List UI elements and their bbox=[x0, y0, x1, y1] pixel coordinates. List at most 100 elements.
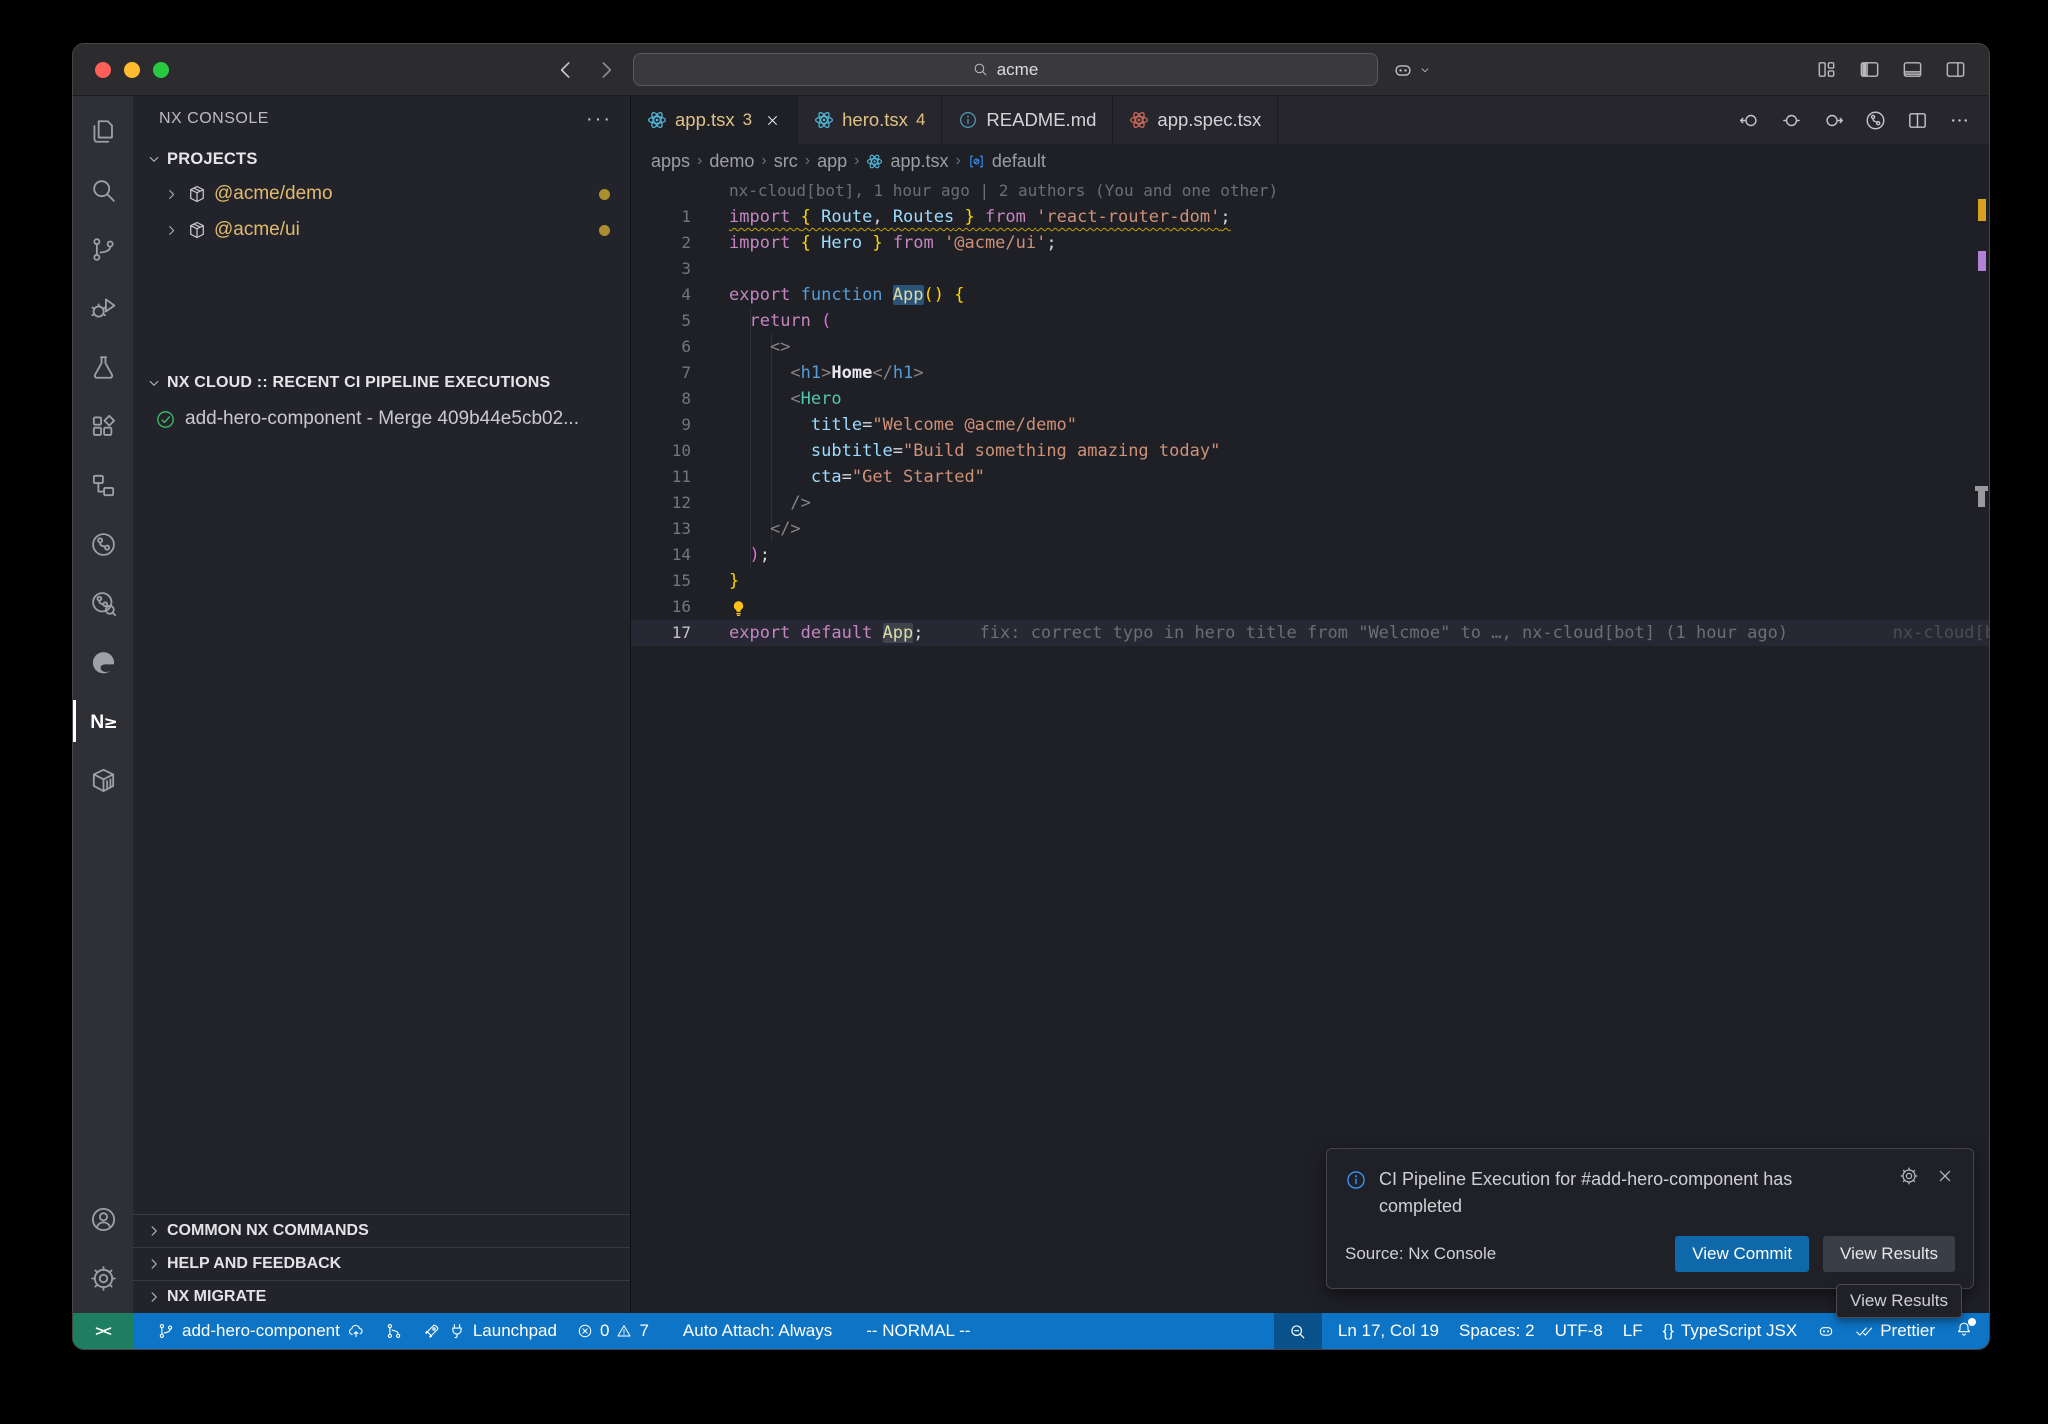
vim-mode-status[interactable]: -- NORMAL -- bbox=[856, 1313, 980, 1349]
breadcrumb-demo[interactable]: demo bbox=[709, 151, 754, 172]
customize-layout-icon[interactable] bbox=[1815, 58, 1838, 81]
tab-badge: 4 bbox=[916, 110, 925, 130]
more-actions-icon[interactable] bbox=[1948, 109, 1971, 132]
code-line-lightbulb: 16 bbox=[631, 594, 1989, 620]
nx-cloud-section-header[interactable]: NX CLOUD :: RECENT CI PIPELINE EXECUTION… bbox=[133, 366, 630, 400]
code-line-current: 17 export default App;fix: correct typo … bbox=[631, 620, 1989, 646]
layout-controls bbox=[1815, 58, 1967, 81]
view-results-tooltip: View Results bbox=[1836, 1284, 1962, 1318]
search-view-icon[interactable] bbox=[73, 165, 133, 215]
run-ci-pipeline-icon[interactable] bbox=[1864, 109, 1887, 132]
eol-status[interactable]: LF bbox=[1613, 1313, 1653, 1349]
code-line: 5 return ( bbox=[631, 308, 1989, 334]
copilot-status[interactable] bbox=[1807, 1313, 1845, 1349]
tab-bar: app.tsx 3 hero.tsx 4 README.md app.spec.… bbox=[631, 96, 1989, 144]
lightbulb-icon[interactable] bbox=[729, 599, 748, 618]
ruler-warning-mark bbox=[1978, 199, 1986, 221]
modified-dot bbox=[599, 189, 610, 200]
code-line: 14 ); bbox=[631, 542, 1989, 568]
window-controls bbox=[95, 62, 169, 78]
explorer-icon[interactable] bbox=[73, 106, 133, 156]
code-line: 10 subtitle="Build something amazing tod… bbox=[631, 438, 1989, 464]
info-icon bbox=[958, 110, 978, 130]
code-editor[interactable]: nx-cloud[bot], 1 hour ago | 2 authors (Y… bbox=[631, 178, 1989, 1313]
navigate-back-icon[interactable] bbox=[553, 57, 579, 83]
code-line: 8 <Hero bbox=[631, 386, 1989, 412]
check-circle-icon bbox=[155, 409, 176, 430]
common-nx-commands-section[interactable]: COMMON NX COMMANDS bbox=[133, 1214, 630, 1247]
command-center-search[interactable]: acme bbox=[633, 53, 1378, 86]
close-tab-icon[interactable] bbox=[764, 112, 781, 129]
projects-section-header[interactable]: PROJECTS bbox=[133, 142, 630, 176]
launchpad-status[interactable]: Launchpad bbox=[413, 1313, 567, 1349]
references-icon[interactable] bbox=[73, 460, 133, 510]
toggle-panel-icon[interactable] bbox=[1901, 58, 1924, 81]
next-change-icon[interactable] bbox=[1822, 109, 1845, 132]
breadcrumb-src[interactable]: src bbox=[774, 151, 798, 172]
change-marker-icon[interactable] bbox=[1780, 109, 1803, 132]
search-icon bbox=[972, 61, 989, 78]
settings-gear-icon[interactable] bbox=[73, 1253, 133, 1303]
tab-hero-tsx[interactable]: hero.tsx 4 bbox=[798, 96, 942, 144]
close-window-button[interactable] bbox=[95, 62, 111, 78]
breadcrumb-file[interactable]: app.tsx bbox=[890, 151, 948, 172]
minimize-window-button[interactable] bbox=[124, 62, 140, 78]
problems-status[interactable]: 0 7 bbox=[567, 1313, 659, 1349]
project-item-acme-demo[interactable]: @acme/demo bbox=[133, 176, 630, 212]
code-line: 6 <> bbox=[631, 334, 1989, 360]
toggle-secondary-sidebar-icon[interactable] bbox=[1944, 58, 1967, 81]
edge-browser-icon[interactable] bbox=[73, 637, 133, 687]
cursor-position-status[interactable]: Ln 17, Col 19 bbox=[1328, 1313, 1449, 1349]
language-mode-status[interactable]: {} TypeScript JSX bbox=[1653, 1313, 1808, 1349]
project-item-acme-ui[interactable]: @acme/ui bbox=[133, 212, 630, 248]
indentation-status[interactable]: Spaces: 2 bbox=[1449, 1313, 1545, 1349]
notifications-bell[interactable] bbox=[1945, 1313, 1989, 1349]
formatter-status[interactable]: Prettier bbox=[1845, 1313, 1945, 1349]
testing-icon[interactable] bbox=[73, 342, 133, 392]
nx-migrate-section[interactable]: NX MIGRATE bbox=[133, 1280, 630, 1313]
tab-readme-md[interactable]: README.md bbox=[942, 96, 1113, 144]
view-results-button[interactable]: View Results bbox=[1823, 1236, 1955, 1272]
containers-icon[interactable] bbox=[73, 755, 133, 805]
tab-app-tsx[interactable]: app.tsx 3 bbox=[631, 96, 798, 144]
code-line: 11 cta="Get Started" bbox=[631, 464, 1989, 490]
notification-dot bbox=[1968, 1318, 1976, 1326]
notification-settings-gear-icon[interactable] bbox=[1899, 1166, 1919, 1186]
view-commit-button[interactable]: View Commit bbox=[1675, 1236, 1809, 1272]
breadcrumb-apps[interactable]: apps bbox=[651, 151, 690, 172]
pipeline-execution-item[interactable]: add-hero-component - Merge 409b44e5cb02.… bbox=[133, 400, 630, 438]
source-control-icon[interactable] bbox=[73, 224, 133, 274]
ci-pipeline-icon[interactable] bbox=[73, 519, 133, 569]
notification-source: Source: Nx Console bbox=[1345, 1244, 1496, 1264]
remote-indicator[interactable]: >< bbox=[73, 1313, 133, 1349]
prev-change-icon[interactable] bbox=[1738, 109, 1761, 132]
breadcrumb-app[interactable]: app bbox=[817, 151, 847, 172]
ci-pipeline-search-icon[interactable] bbox=[73, 578, 133, 628]
overview-ruler[interactable] bbox=[1974, 178, 1989, 1313]
extensions-icon[interactable] bbox=[73, 401, 133, 451]
tab-app-spec-tsx[interactable]: app.spec.tsx bbox=[1113, 96, 1278, 144]
navigate-forward-icon[interactable] bbox=[593, 57, 619, 83]
git-graph-status[interactable] bbox=[375, 1313, 413, 1349]
react-icon bbox=[866, 153, 883, 170]
toggle-primary-sidebar-icon[interactable] bbox=[1858, 58, 1881, 81]
git-branch-status[interactable]: add-hero-component bbox=[147, 1313, 375, 1349]
account-icon[interactable] bbox=[73, 1194, 133, 1244]
notification-close-icon[interactable] bbox=[1935, 1166, 1955, 1186]
auto-attach-status[interactable]: Auto Attach: Always bbox=[673, 1313, 842, 1349]
help-and-feedback-section[interactable]: HELP AND FEEDBACK bbox=[133, 1247, 630, 1280]
status-bar: >< add-hero-component Launchpad 0 7 Auto… bbox=[73, 1313, 1989, 1349]
copilot-menu[interactable] bbox=[1392, 59, 1432, 81]
breadcrumb-symbol[interactable]: default bbox=[992, 151, 1046, 172]
nx-console-icon[interactable]: N≥ bbox=[73, 696, 133, 746]
zoom-window-button[interactable] bbox=[153, 62, 169, 78]
editor-area: app.tsx 3 hero.tsx 4 README.md app.spec.… bbox=[631, 96, 1989, 1313]
code-line: 2 import { Hero } from '@acme/ui'; bbox=[631, 230, 1989, 256]
encoding-status[interactable]: UTF-8 bbox=[1545, 1313, 1613, 1349]
symbol-icon bbox=[968, 153, 985, 170]
error-icon bbox=[577, 1323, 593, 1339]
split-editor-icon[interactable] bbox=[1906, 109, 1929, 132]
zoom-out-indicator[interactable] bbox=[1274, 1313, 1322, 1349]
sidebar-more-actions-icon[interactable]: ··· bbox=[586, 108, 612, 131]
run-debug-icon[interactable] bbox=[73, 283, 133, 333]
